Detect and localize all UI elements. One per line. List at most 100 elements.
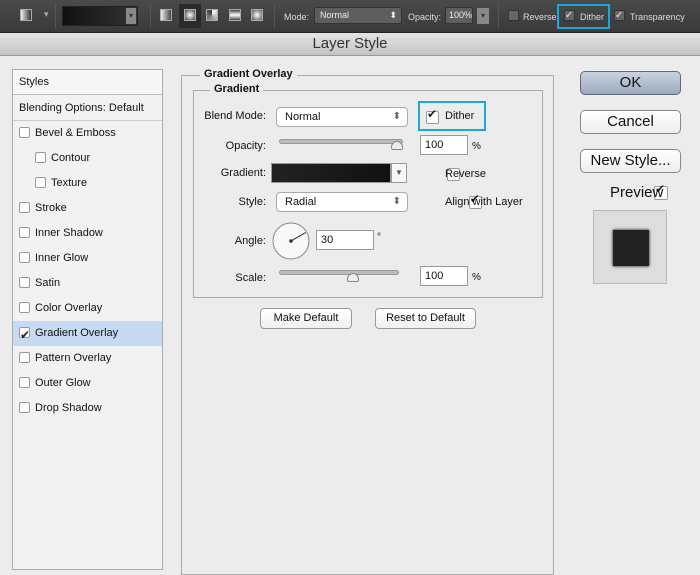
diamond-gradient-icon[interactable] (251, 9, 263, 21)
angle-unit: ° (377, 232, 381, 243)
sidebar-item[interactable]: Contour (13, 146, 162, 171)
linear-gradient-icon[interactable] (160, 9, 172, 21)
preview-label: Preview (610, 184, 664, 201)
gradient-tool-icon[interactable] (20, 9, 32, 21)
reverse-label: Reverse (523, 12, 557, 22)
options-toolbar: ▾ ▾ Mode: Normal ⬍ Opacity: 100% ▾ Revers… (0, 0, 700, 33)
reflected-gradient-icon[interactable] (229, 9, 241, 21)
preview-swatch (593, 210, 667, 284)
style-checkbox[interactable] (19, 323, 30, 348)
style-checkbox[interactable] (19, 402, 30, 413)
sidebar-item[interactable]: Color Overlay (13, 296, 162, 321)
radial-gradient-icon[interactable] (184, 9, 196, 21)
sidebar-item[interactable]: Texture (13, 171, 162, 196)
style-checkbox[interactable] (19, 127, 30, 138)
reverse-label: Reverse (445, 168, 486, 180)
sidebar-item[interactable]: Pattern Overlay (13, 346, 162, 371)
blend-mode-select[interactable]: Normal (276, 107, 408, 127)
opacity-field[interactable]: 100% (445, 7, 473, 24)
dialog-title: Layer Style (0, 33, 700, 56)
angle-value: 30 (321, 234, 334, 246)
group-title: Gradient Overlay (200, 68, 297, 80)
reset-to-default-button[interactable]: Reset to Default (375, 308, 476, 329)
scale-slider[interactable] (279, 270, 399, 275)
new-style-button[interactable]: New Style... (580, 149, 681, 173)
styles-header[interactable]: Styles (13, 70, 162, 95)
style-checkbox[interactable] (19, 202, 30, 213)
sidebar-item-label: Texture (51, 177, 88, 189)
cancel-button[interactable]: Cancel (580, 110, 681, 134)
reverse-checkbox[interactable] (508, 10, 519, 21)
sidebar-item-label: Pattern Overlay (35, 352, 112, 364)
angle-dial[interactable] (271, 221, 311, 261)
mode-value: Normal (320, 10, 350, 20)
scale-slider-thumb[interactable] (347, 273, 359, 282)
opacity-value: 100 (425, 139, 444, 151)
scale-unit: % (472, 272, 481, 283)
style-checkbox[interactable] (19, 352, 30, 363)
style-select[interactable]: Radial (276, 192, 408, 212)
dither-checkbox[interactable] (426, 107, 439, 124)
opacity-field[interactable]: 100 (420, 135, 468, 155)
sidebar-item-label: Gradient Overlay (35, 327, 119, 339)
sidebar-item-label: Inner Shadow (35, 227, 103, 239)
sidebar-item-label: Color Overlay (35, 302, 103, 314)
opacity-slider[interactable] (279, 139, 403, 144)
chevron-down-icon[interactable]: ▼ (391, 163, 407, 183)
opacity-slider-thumb[interactable] (391, 141, 403, 150)
style-checkbox[interactable] (35, 152, 46, 163)
sidebar-item[interactable]: Gradient Overlay (13, 321, 162, 348)
sidebar-item[interactable]: Satin (13, 271, 162, 296)
blend-mode-value: Normal (285, 111, 321, 123)
chevron-down-icon[interactable]: ▾ (477, 8, 489, 24)
style-checkbox[interactable] (19, 302, 30, 313)
dither-label: Dither (580, 12, 605, 22)
style-checkbox[interactable] (19, 277, 30, 288)
sidebar-item[interactable]: Bevel & Emboss (13, 121, 162, 146)
gradient-label: Gradient: (220, 167, 266, 179)
transparency-label: Transparency (630, 12, 685, 22)
make-default-button[interactable]: Make Default (260, 308, 352, 329)
subgroup-title: Gradient (210, 83, 264, 95)
sidebar-item[interactable]: Stroke (13, 196, 162, 221)
gradient-preview[interactable] (271, 163, 391, 183)
mode-select[interactable]: Normal ⬍ (314, 7, 402, 24)
dither-label: Dither (445, 110, 475, 122)
scale-field[interactable]: 100 (420, 266, 468, 286)
sidebar-item[interactable]: Outer Glow (13, 371, 162, 396)
blend-mode-label: Blend Mode: (204, 110, 266, 122)
sidebar-item-label: Drop Shadow (35, 402, 102, 414)
opacity-label: Opacity: (225, 140, 266, 152)
ok-button[interactable]: OK (580, 71, 681, 95)
sidebar-item[interactable]: Drop Shadow (13, 396, 162, 421)
opacity-value: 100% (449, 10, 473, 20)
sidebar-item-label: Blending Options: Default (19, 102, 144, 114)
sidebar-item[interactable]: Inner Shadow (13, 221, 162, 246)
style-label: Style: (238, 196, 266, 208)
sidebar-item[interactable]: Inner Glow (13, 246, 162, 271)
style-checkbox[interactable] (19, 377, 30, 388)
angle-field[interactable]: 30 (316, 230, 374, 250)
align-label: Align with Layer (445, 196, 523, 208)
opacity-label: Opacity: (408, 12, 442, 22)
transparency-checkbox[interactable]: ✓ (614, 10, 625, 21)
chevron-down-icon[interactable]: ▾ (126, 8, 136, 24)
scale-label: Scale: (235, 272, 266, 284)
angle-label: Angle: (234, 235, 266, 247)
sidebar-item[interactable]: Blending Options: Default (13, 96, 162, 121)
style-checkbox[interactable] (19, 227, 30, 238)
angle-gradient-icon[interactable] (206, 9, 218, 21)
styles-list: Styles Blending Options: Default Bevel & E… (12, 69, 163, 570)
mode-label: Mode: (284, 12, 310, 22)
sidebar-item-label: Stroke (35, 202, 67, 214)
style-checkbox[interactable] (19, 252, 30, 263)
sidebar-item-label: Bevel & Emboss (35, 127, 116, 139)
opacity-unit: % (472, 141, 481, 152)
sidebar-item-label: Contour (51, 152, 91, 164)
dither-checkbox[interactable]: ✓ (564, 10, 575, 21)
sidebar-item-label: Outer Glow (35, 377, 91, 389)
chevron-down-icon[interactable]: ▾ (44, 9, 49, 20)
sidebar-item-label: Inner Glow (35, 252, 89, 264)
style-checkbox[interactable] (35, 177, 46, 188)
style-value: Radial (285, 196, 317, 208)
